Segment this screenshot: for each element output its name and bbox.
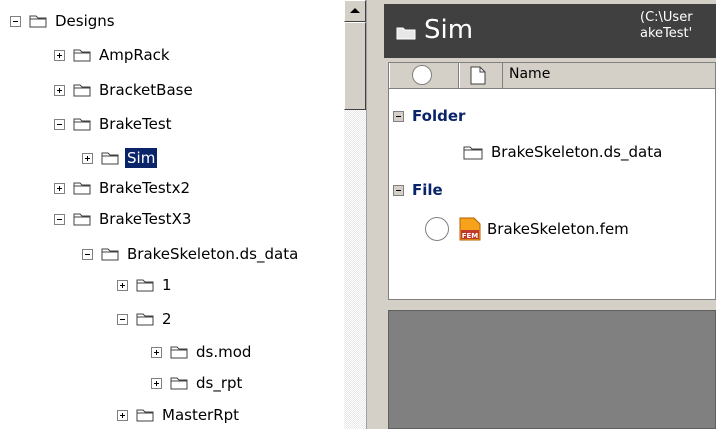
list-item[interactable]: BrakeSkeleton.ds_data	[463, 139, 662, 165]
tree-node-braketestx3[interactable]: BrakeTestX3	[54, 207, 193, 231]
tree-node-ds-mod[interactable]: ds.mod	[151, 340, 253, 364]
tree-node-label: BrakeTestX3	[99, 210, 192, 228]
expand-icon[interactable]	[54, 182, 65, 194]
scrollbar-thumb[interactable]	[344, 22, 366, 110]
item-name: BrakeSkeleton.fem	[487, 220, 629, 238]
folder-icon	[136, 409, 154, 422]
folder-icon	[73, 213, 91, 226]
tree-node-label: BrakeSkeleton.ds_data	[127, 245, 299, 263]
expand-icon[interactable]	[82, 152, 93, 164]
folder-icon	[170, 377, 188, 390]
folder-tree[interactable]: Designs AmpRack BracketBase BrakeTest Si…	[0, 0, 344, 429]
tree-node-label: Designs	[55, 12, 115, 30]
details-panel: Sim (C:\User akeTest' Name Folder BrakeS…	[380, 0, 716, 429]
group-folder[interactable]: Folder	[393, 104, 465, 128]
group-label: Folder	[412, 107, 466, 125]
tree-node-braketestx2[interactable]: BrakeTestx2	[54, 176, 192, 200]
folder-icon	[101, 152, 119, 165]
status-circle-icon[interactable]	[425, 217, 449, 241]
folder-icon	[136, 279, 154, 292]
document-icon	[470, 66, 486, 85]
collapse-icon[interactable]	[82, 248, 93, 260]
folder-icon	[463, 146, 483, 159]
tree-node-braketest[interactable]: BrakeTest	[54, 112, 174, 136]
tree-scrollbar[interactable]	[344, 0, 366, 429]
collapse-icon[interactable]	[54, 213, 65, 225]
details-path-line: akeTest'	[640, 26, 693, 41]
tree-node-label-selected: Sim	[125, 148, 158, 168]
folder-icon	[396, 27, 416, 40]
expand-icon[interactable]	[54, 49, 65, 61]
tree-node-label: ds_rpt	[196, 374, 243, 392]
list-item[interactable]: FEM BrakeSkeleton.fem	[425, 216, 629, 242]
tree-node-label: BrakeTestx2	[99, 179, 190, 197]
file-list[interactable]: Name Folder BrakeSkeleton.ds_data File F…	[388, 62, 716, 300]
folder-icon	[73, 49, 91, 62]
tree-node-masterrpt[interactable]: MasterRpt	[117, 403, 241, 427]
folder-icon	[73, 118, 91, 131]
tree-node-label: MasterRpt	[162, 406, 240, 424]
collapse-icon[interactable]	[10, 15, 21, 27]
folder-icon	[101, 248, 119, 261]
details-path-line: (C:\User	[640, 10, 693, 25]
column-type[interactable]	[459, 63, 503, 88]
tree-node-label: BracketBase	[99, 81, 193, 99]
tree-node-2[interactable]: 2	[117, 307, 174, 331]
group-file[interactable]: File	[393, 178, 443, 202]
folder-icon	[136, 313, 154, 326]
scroll-up-arrow-icon[interactable]	[344, 0, 366, 22]
details-title: Sim	[424, 15, 474, 45]
column-name[interactable]: Name	[509, 66, 550, 82]
tree-node-label: 1	[162, 276, 172, 294]
tree-node-amprack[interactable]: AmpRack	[54, 43, 172, 67]
column-status[interactable]	[389, 63, 459, 88]
tree-node-label: AmpRack	[99, 46, 170, 64]
details-path: (C:\User akeTest'	[640, 10, 693, 42]
item-name: BrakeSkeleton.ds_data	[491, 143, 663, 161]
expand-icon[interactable]	[54, 84, 65, 96]
collapse-icon[interactable]	[393, 110, 404, 122]
collapse-icon[interactable]	[54, 118, 65, 130]
tree-node-brakeskeleton-ds-data[interactable]: BrakeSkeleton.ds_data	[82, 242, 300, 266]
expand-icon[interactable]	[151, 377, 162, 389]
tree-node-bracketbase[interactable]: BracketBase	[54, 78, 195, 102]
pane-splitter[interactable]	[366, 0, 380, 429]
folder-icon	[170, 346, 188, 359]
tree-node-ds-rpt[interactable]: ds_rpt	[151, 371, 244, 395]
tree-node-1[interactable]: 1	[117, 273, 174, 297]
tree-node-label: 2	[162, 310, 172, 328]
collapse-icon[interactable]	[117, 313, 128, 325]
folder-icon	[73, 84, 91, 97]
tree-node-label: ds.mod	[196, 343, 252, 361]
folder-icon	[29, 15, 47, 28]
collapse-icon[interactable]	[393, 184, 404, 196]
expand-icon[interactable]	[151, 346, 162, 358]
tree-node-label: BrakeTest	[99, 115, 172, 133]
fem-file-icon: FEM	[459, 217, 481, 241]
tree-node-sim[interactable]: Sim	[82, 146, 158, 170]
svg-text:FEM: FEM	[462, 232, 479, 240]
status-circle-icon	[412, 65, 432, 85]
folder-icon	[73, 182, 91, 195]
details-header: Sim (C:\User akeTest'	[384, 4, 716, 58]
expand-icon[interactable]	[117, 279, 128, 291]
group-label: File	[412, 181, 443, 199]
tree-node-designs[interactable]: Designs	[10, 9, 117, 33]
list-header: Name	[389, 63, 715, 89]
expand-icon[interactable]	[117, 409, 128, 421]
preview-area	[388, 310, 716, 429]
